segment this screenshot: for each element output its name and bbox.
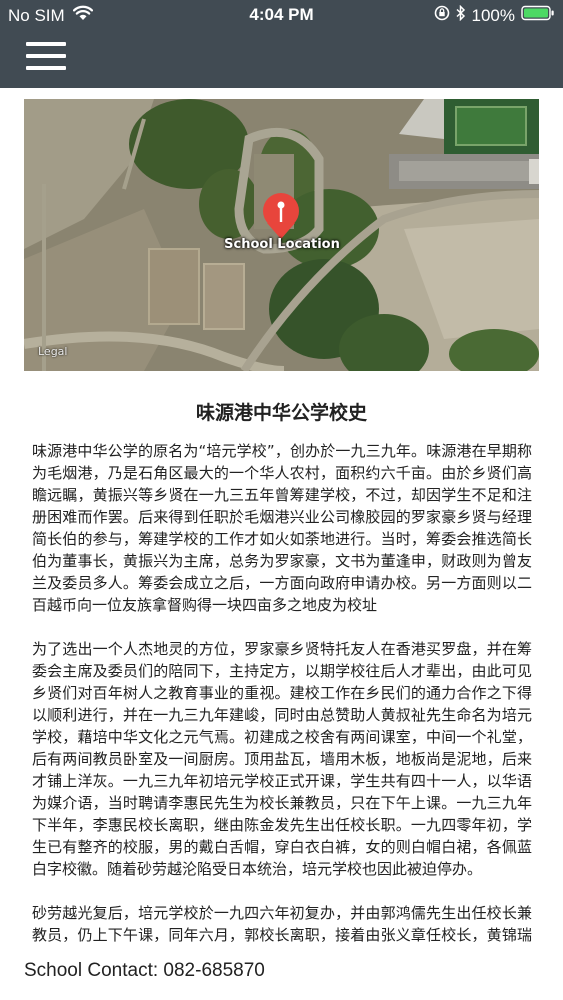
school-map[interactable]: School Location Legal [24,99,539,371]
paragraph: 砂劳越光复后，培元学校於一九四六年初复办，并由郭鸿儒先生出任校长兼教员，仍上下午… [32,904,532,942]
nav-bar [0,30,563,88]
map-pin-label: School Location [224,237,340,252]
orientation-lock-icon [434,5,450,26]
school-contact[interactable]: School Contact: 082-685870 [24,960,265,982]
map-legal-link[interactable]: Legal [38,345,67,358]
paragraph: 味源港中华公学的原名为“培元学校”，创办於一九三九年。味源港在早期称为毛烟港，乃… [32,442,532,614]
battery-icon [521,5,555,26]
status-right: 100% [434,4,555,26]
battery-label: 100% [471,5,515,25]
status-bar: No SIM 4:04 PM 100% [0,0,563,30]
history-text[interactable]: 味源港中华公学的原名为“培元学校”，创办於一九三九年。味源港在早期称为毛烟港，乃… [32,440,532,942]
hamburger-icon[interactable] [26,42,68,72]
bluetooth-icon [456,4,466,26]
footer: School Contact: 082-685870 [0,944,563,1000]
satellite-map-image [24,99,539,371]
page-title: 味源港中华公学校史 [195,402,367,424]
paragraph: 为了选出一个人杰地灵的方位，罗家豪乡贤特托友人在香港买罗盘，并在筹委会主席及委员… [32,640,532,878]
